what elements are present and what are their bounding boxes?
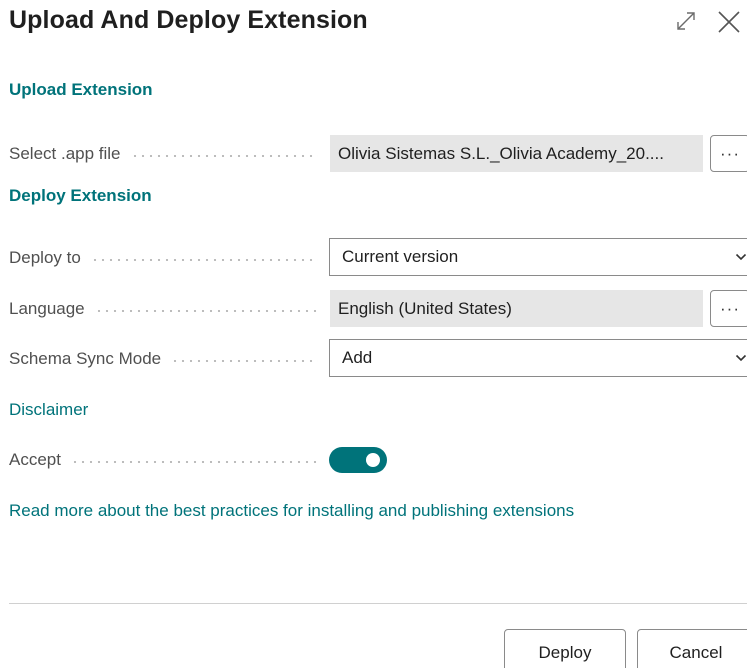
deploy-to-label-text: Deploy to (9, 248, 81, 267)
label-leader-dots (94, 310, 318, 312)
language-label: Language (9, 294, 320, 324)
accept-toggle[interactable] (329, 447, 387, 473)
accept-label: Accept (9, 445, 320, 475)
deploy-to-select[interactable]: Current version (329, 238, 747, 276)
language-label-text: Language (9, 299, 85, 318)
disclaimer-link[interactable]: Disclaimer (9, 400, 88, 420)
chevron-down-icon (735, 253, 747, 261)
language-field[interactable]: English (United States) (330, 290, 703, 327)
expand-icon[interactable] (674, 9, 698, 33)
select-app-file-label-text: Select .app file (9, 144, 121, 163)
label-leader-dots (171, 360, 318, 362)
upload-extension-heading: Upload Extension (9, 80, 153, 99)
cancel-button[interactable]: Cancel (637, 629, 747, 668)
label-leader-dots (90, 259, 318, 261)
toggle-knob (366, 453, 380, 467)
select-app-file-label: Select .app file (9, 139, 320, 169)
best-practices-link[interactable]: Read more about the best practices for i… (9, 501, 574, 521)
deploy-to-value: Current version (342, 247, 459, 266)
accept-label-text: Accept (9, 450, 61, 469)
schema-sync-mode-select[interactable]: Add (329, 339, 747, 377)
deploy-extension-heading: Deploy Extension (9, 186, 152, 205)
footer-divider (9, 603, 747, 604)
schema-sync-mode-label-text: Schema Sync Mode (9, 349, 162, 368)
schema-sync-mode-value: Add (342, 348, 373, 367)
deploy-to-label: Deploy to (9, 243, 320, 273)
language-assist-button[interactable]: ··· (710, 290, 747, 327)
app-file-assist-button[interactable]: ··· (710, 135, 747, 172)
schema-sync-mode-label: Schema Sync Mode (9, 344, 320, 374)
app-file-field[interactable]: Olivia Sistemas S.L._Olivia Academy_20..… (330, 135, 703, 172)
deploy-button[interactable]: Deploy (504, 629, 626, 668)
dialog-title: Upload And Deploy Extension (9, 6, 368, 34)
label-leader-dots (70, 461, 318, 463)
chevron-down-icon (735, 354, 747, 362)
upload-deploy-dialog: Upload And Deploy Extension Upload Exten… (0, 0, 747, 668)
close-icon[interactable] (716, 9, 742, 35)
label-leader-dots (130, 155, 318, 157)
